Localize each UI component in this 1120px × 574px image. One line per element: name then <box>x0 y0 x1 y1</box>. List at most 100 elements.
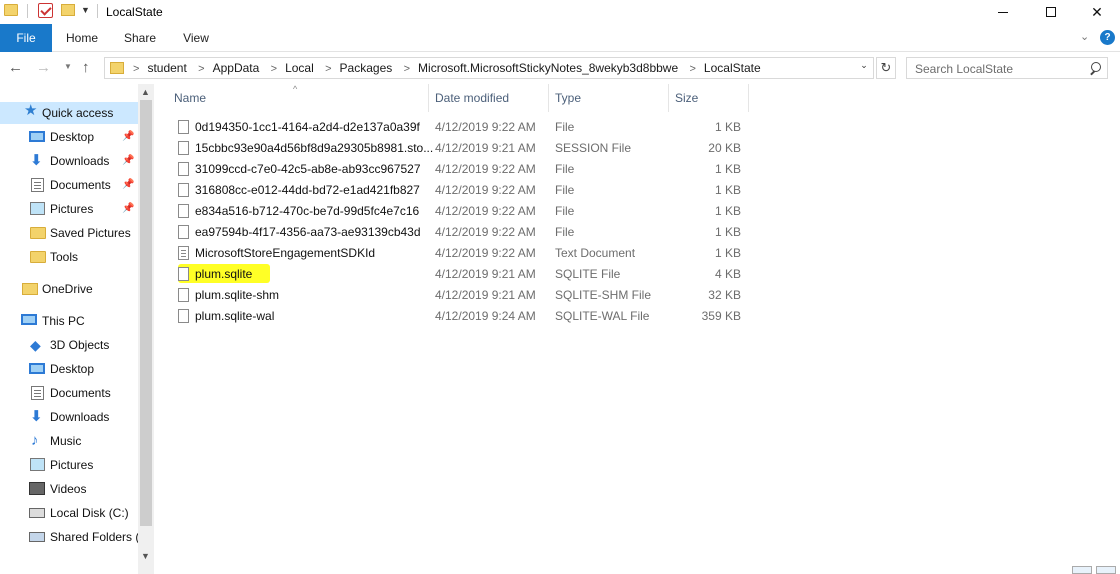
forward-arrow-icon[interactable]: → <box>36 59 51 76</box>
file-type: File <box>555 183 575 197</box>
pin-icon[interactable]: 📌 <box>122 155 134 166</box>
sidebar-item-quick-access[interactable]: ★ Quick access <box>0 102 138 124</box>
tab-file[interactable]: File <box>0 24 52 52</box>
help-icon[interactable]: ? <box>1100 30 1115 45</box>
breadcrumb-localstate[interactable]: LocalState <box>704 61 761 75</box>
scroll-up-icon[interactable]: ▲ <box>141 87 150 97</box>
column-divider[interactable] <box>428 84 429 112</box>
address-dropdown-icon[interactable]: ⌄ <box>857 60 871 71</box>
refresh-button[interactable]: ↻ <box>876 57 896 79</box>
sidebar-item-this-pc[interactable]: This PC <box>0 310 138 332</box>
file-row[interactable]: 0d194350-1cc1-4164-a2d4-d2e137a0a39f 4/1… <box>170 117 750 138</box>
file-row[interactable]: 316808cc-e012-44dd-bd72-e1ad421fb827 4/1… <box>170 180 750 201</box>
recent-locations-dropdown-icon[interactable]: ▼ <box>64 62 72 71</box>
breadcrumb-packages[interactable]: Packages <box>340 61 393 75</box>
column-header-type[interactable]: Type <box>555 84 581 112</box>
file-date: 4/12/2019 9:22 AM <box>435 225 536 239</box>
file-name: 316808cc-e012-44dd-bd72-e1ad421fb827 <box>195 183 420 197</box>
breadcrumb-separator-icon[interactable]: > <box>325 63 331 75</box>
details-view-button[interactable] <box>1072 566 1092 574</box>
file-list: ^ Name Date modified Type Size 0d194350-… <box>160 84 1120 574</box>
maximize-button[interactable] <box>1028 0 1074 24</box>
sidebar-item-pc-documents[interactable]: Documents <box>0 382 138 404</box>
scroll-down-icon[interactable]: ▼ <box>141 551 150 561</box>
address-bar[interactable]: > student > AppData > Local > Packages > Micr… <box>104 57 874 79</box>
file-row[interactable]: 15cbbc93e90a4d56bf8d9a29305b8981.sto... … <box>170 138 750 159</box>
breadcrumb-local[interactable]: Local <box>285 61 314 75</box>
column-header-name[interactable]: Name <box>174 84 206 112</box>
breadcrumb-appdata[interactable]: AppData <box>213 61 260 75</box>
breadcrumb-separator-icon[interactable]: > <box>689 63 695 75</box>
file-icon <box>178 120 189 134</box>
file-date: 4/12/2019 9:22 AM <box>435 246 536 260</box>
file-type: File <box>555 204 575 218</box>
search-input[interactable]: Search LocalState <box>906 57 1108 79</box>
sidebar-item-label: Music <box>50 434 82 448</box>
quick-access-toolbar-dropdown-icon[interactable]: ▼ <box>81 5 90 15</box>
sidebar-item-onedrive[interactable]: OneDrive <box>0 278 138 300</box>
up-arrow-icon[interactable]: ↑ <box>82 59 90 76</box>
back-arrow-icon[interactable]: ← <box>8 59 23 76</box>
sidebar-item-label: Saved Pictures <box>50 226 131 240</box>
file-row[interactable]: MicrosoftStoreEngagementSDKId 4/12/2019 … <box>170 243 750 264</box>
disk-icon <box>29 508 45 518</box>
column-header-date-modified[interactable]: Date modified <box>435 84 509 112</box>
file-type: SQLITE-WAL File <box>555 309 650 323</box>
music-icon: ♪ <box>31 432 39 449</box>
column-divider[interactable] <box>548 84 549 112</box>
sidebar-item-label: 3D Objects <box>50 338 110 352</box>
sidebar-item-saved-pictures[interactable]: Saved Pictures <box>0 222 138 244</box>
tab-home[interactable]: Home <box>56 24 108 52</box>
large-icons-view-button[interactable] <box>1096 566 1116 574</box>
breadcrumb-separator-icon[interactable]: > <box>198 63 204 75</box>
sidebar-item-label: Pictures <box>50 202 94 216</box>
breadcrumb-student[interactable]: student <box>147 61 186 75</box>
breadcrumb-separator-icon[interactable]: > <box>271 63 277 75</box>
title-bar: ▼ LocalState ✕ <box>0 0 1120 24</box>
sidebar-item-music[interactable]: ♪ Music <box>0 430 138 452</box>
sidebar-item-3d-objects[interactable]: ◆ 3D Objects <box>0 334 138 356</box>
sidebar-item-documents[interactable]: Documents 📌 <box>0 174 138 196</box>
tab-share[interactable]: Share <box>114 24 166 52</box>
tab-view[interactable]: View <box>170 24 222 52</box>
sidebar-item-desktop[interactable]: Desktop 📌 <box>0 126 138 148</box>
sidebar-item-pc-desktop[interactable]: Desktop <box>0 358 138 380</box>
navigation-pane-scrollbar[interactable]: ▲ ▼ <box>138 84 154 574</box>
breadcrumb-stickynotes[interactable]: Microsoft.MicrosoftStickyNotes_8wekyb3d8… <box>418 61 678 75</box>
breadcrumb-separator-icon[interactable]: > <box>404 63 410 75</box>
new-folder-icon[interactable] <box>61 4 75 16</box>
file-row[interactable]: e834a516-b712-470c-be7d-99d5fc4e7c16 4/1… <box>170 201 750 222</box>
file-row[interactable]: plum.sqlite-wal 4/12/2019 9:24 AM SQLITE… <box>170 306 750 327</box>
scrollbar-thumb[interactable] <box>140 100 152 526</box>
sidebar-item-pc-pictures[interactable]: Pictures <box>0 454 138 476</box>
sidebar-item-pictures[interactable]: Pictures 📌 <box>0 198 138 220</box>
pin-icon[interactable]: 📌 <box>122 179 134 190</box>
file-icon <box>178 204 189 218</box>
file-size: 1 KB <box>714 120 741 134</box>
sidebar-item-shared-folders[interactable]: Shared Folders (\ <box>0 526 143 548</box>
sidebar-item-tools[interactable]: Tools <box>0 246 138 268</box>
file-row[interactable]: plum.sqlite-shm 4/12/2019 9:21 AM SQLITE… <box>170 285 750 306</box>
close-button[interactable]: ✕ <box>1074 0 1120 24</box>
file-icon <box>178 309 189 323</box>
sidebar-item-pc-downloads[interactable]: ⬇ Downloads <box>0 406 138 428</box>
column-divider[interactable] <box>668 84 669 112</box>
expand-ribbon-icon[interactable]: ⌄ <box>1080 30 1089 43</box>
minimize-button[interactable] <box>980 0 1026 24</box>
sidebar-item-local-disk[interactable]: Local Disk (C:) <box>0 502 138 524</box>
column-header-size[interactable]: Size <box>675 84 698 112</box>
sidebar-item-downloads[interactable]: ⬇ Downloads 📌 <box>0 150 138 172</box>
search-icon[interactable] <box>1089 62 1101 74</box>
column-divider[interactable] <box>748 84 749 112</box>
sidebar-item-label: Downloads <box>50 410 110 424</box>
sidebar-item-videos[interactable]: Videos <box>0 478 138 500</box>
pin-icon[interactable]: 📌 <box>122 203 134 214</box>
pin-icon[interactable]: 📌 <box>122 131 134 142</box>
navigation-pane: ★ Quick access Desktop 📌 ⬇ Downloads 📌 D… <box>0 84 155 574</box>
file-row[interactable]: ea97594b-4f17-4356-aa73-ae93139cb43d 4/1… <box>170 222 750 243</box>
file-date: 4/12/2019 9:22 AM <box>435 183 536 197</box>
breadcrumb-separator-icon[interactable]: > <box>133 63 139 75</box>
file-row-highlighted[interactable]: plum.sqlite 4/12/2019 9:21 AM SQLITE Fil… <box>170 264 750 285</box>
properties-icon[interactable] <box>38 3 53 18</box>
file-row[interactable]: 31099ccd-c7e0-42c5-ab8e-ab93cc967527 4/1… <box>170 159 750 180</box>
